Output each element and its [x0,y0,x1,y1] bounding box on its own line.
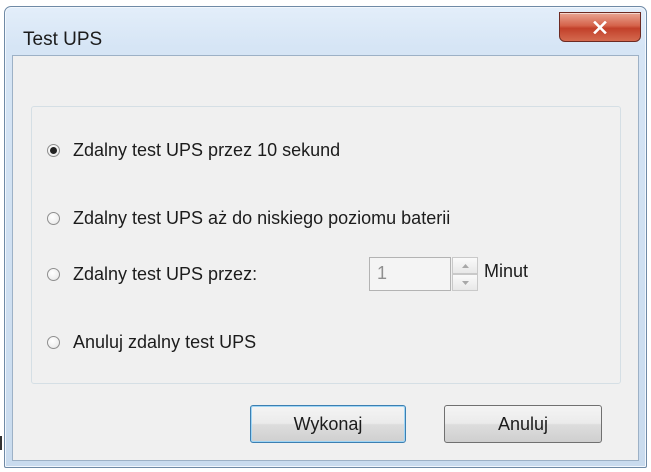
duration-spinner[interactable] [452,257,478,291]
radio-button-checked[interactable] [47,143,60,157]
option-cancel-test[interactable]: Anuluj zdalny test UPS [47,329,256,355]
arrow-down-icon [461,280,469,285]
option-label: Zdalny test UPS przez 10 sekund [73,139,341,160]
option-test-10-seconds[interactable]: Zdalny test UPS przez 10 sekund [47,137,340,163]
duration-unit-label: Minut [484,261,529,281]
option-test-for-duration[interactable]: Zdalny test UPS przez: [47,261,257,287]
radio-button[interactable] [47,211,60,225]
dialog-client-area: Zdalny test UPS przez 10 sekund Zdalny t… [12,55,639,461]
window-title: Test UPS [23,29,103,50]
spin-down-button[interactable] [452,274,478,291]
radio-button[interactable] [47,335,60,349]
spin-up-button[interactable] [452,257,478,274]
close-x-icon [593,20,607,34]
option-test-until-low-battery[interactable]: Zdalny test UPS aż do niskiego poziomu b… [47,205,450,231]
radio-button[interactable] [47,267,60,281]
duration-input[interactable]: 1 [369,257,451,291]
option-label: Zdalny test UPS przez: [73,263,258,284]
cancel-button[interactable]: Anuluj [444,405,602,443]
execute-button[interactable]: Wykonaj [250,405,406,443]
arrow-up-icon [461,263,469,268]
close-button[interactable] [559,12,641,42]
stray-mark [0,436,2,450]
dialog-window: Test UPS Zdalny test UPS przez 10 sekund… [4,6,647,468]
option-label: Anuluj zdalny test UPS [73,331,257,352]
option-label: Zdalny test UPS aż do niskiego poziomu b… [73,207,451,228]
